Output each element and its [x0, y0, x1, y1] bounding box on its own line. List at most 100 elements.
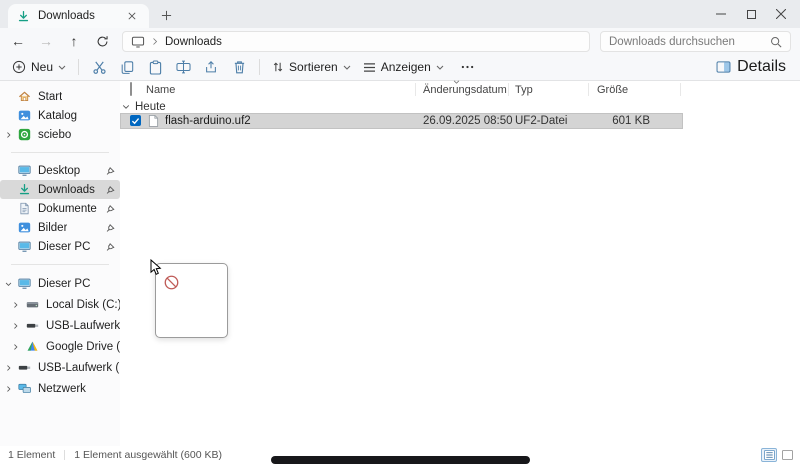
minimize-button[interactable]: [706, 0, 736, 28]
toolbar-divider: [259, 59, 260, 75]
file-row-selected[interactable]: flash-arduino.uf2 26.09.2025 08:50 UF2-D…: [120, 113, 683, 129]
search-icon[interactable]: [770, 36, 782, 48]
computer-icon: [18, 240, 31, 253]
pin-icon: [106, 166, 115, 175]
sidebar-item-usb-d-tree[interactable]: USB-Laufwerk (D:): [0, 315, 120, 336]
sidebar-item-google-drive[interactable]: Google Drive (G:): [0, 336, 120, 357]
home-icon: [18, 90, 31, 103]
sidebar-item-label: Google Drive (G:): [46, 341, 120, 353]
file-name[interactable]: flash-arduino.uf2: [165, 115, 251, 127]
tab-close-icon[interactable]: [124, 8, 140, 24]
column-header-type[interactable]: Typ: [515, 84, 533, 96]
chevron-down-icon: [58, 65, 66, 70]
address-bar[interactable]: Downloads: [122, 31, 590, 52]
sidebar-item-dokumente[interactable]: Dokumente: [0, 199, 120, 218]
view-button-label: Anzeigen: [381, 60, 431, 74]
sidebar-separator: [11, 152, 109, 153]
sidebar-item-katalog[interactable]: Katalog: [0, 106, 120, 125]
sidebar-item-label: Start: [38, 91, 62, 103]
column-divider[interactable]: [508, 83, 509, 96]
chevron-right-icon[interactable]: [5, 385, 12, 392]
sidebar-item-usb-d[interactable]: USB-Laufwerk (D:): [0, 357, 120, 378]
chevron-right-icon: [152, 37, 158, 46]
cut-icon: [92, 60, 107, 75]
sidebar-item-label: sciebo: [38, 129, 71, 141]
sidebar-item-label: USB-Laufwerk (D:): [38, 362, 120, 374]
new-button[interactable]: Neu: [6, 56, 72, 78]
view-lines-icon: [363, 62, 376, 73]
selection-summary: 1 Element ausgewählt (600 KB): [74, 449, 222, 461]
rename-button[interactable]: [169, 56, 197, 78]
sort-button-label: Sortieren: [289, 60, 338, 74]
chevron-right-icon[interactable]: [5, 364, 12, 371]
sidebar-item-dieser-pc-pinned[interactable]: Dieser PC: [0, 237, 120, 256]
more-button[interactable]: [454, 56, 482, 78]
column-header-size[interactable]: Größe: [597, 84, 628, 96]
sidebar-separator: [11, 264, 109, 265]
chevron-right-icon[interactable]: [12, 343, 19, 350]
close-button[interactable]: [766, 0, 796, 28]
sidebar-item-label: Dieser PC: [38, 278, 90, 290]
maximize-button[interactable]: [736, 0, 766, 28]
copy-icon: [120, 60, 134, 75]
sidebar-item-label: Dieser PC: [38, 241, 90, 253]
delete-button[interactable]: [225, 56, 253, 78]
google-drive-icon: [26, 340, 39, 353]
column-header-row: Name Änderungsdatum Typ Größe: [120, 81, 800, 98]
sidebar-tree-dieser-pc[interactable]: Dieser PC: [0, 273, 120, 294]
refresh-icon[interactable]: [88, 29, 116, 53]
sidebar-item-downloads[interactable]: Downloads: [0, 180, 120, 199]
sidebar-item-start[interactable]: Start: [0, 87, 120, 106]
column-divider[interactable]: [588, 83, 589, 96]
back-icon[interactable]: ←: [4, 29, 32, 53]
row-checkbox[interactable]: [130, 115, 141, 126]
column-divider[interactable]: [415, 83, 416, 96]
breadcrumb[interactable]: Downloads: [165, 36, 222, 48]
trash-icon: [233, 60, 246, 74]
sidebar-item-label: USB-Laufwerk (D:): [46, 320, 120, 332]
tab-bar: Downloads: [0, 0, 800, 28]
paste-icon: [149, 60, 162, 75]
sort-button[interactable]: Sortieren: [266, 56, 357, 78]
chevron-down-icon[interactable]: [122, 104, 130, 110]
cut-button[interactable]: [85, 56, 113, 78]
tab-downloads[interactable]: Downloads: [8, 4, 149, 28]
usb-drive-icon: [18, 361, 31, 374]
paste-button[interactable]: [141, 56, 169, 78]
rename-icon: [176, 60, 191, 74]
search-input[interactable]: [609, 36, 770, 48]
file-date: 26.09.2025 08:50: [423, 115, 513, 127]
chevron-down-icon[interactable]: [5, 280, 12, 287]
window-controls: [706, 0, 796, 28]
pin-icon: [106, 223, 115, 232]
pin-icon: [106, 185, 115, 194]
column-divider[interactable]: [680, 83, 681, 96]
sidebar-item-local-disk-c[interactable]: Local Disk (C:): [0, 294, 120, 315]
share-button[interactable]: [197, 56, 225, 78]
icons-view-button[interactable]: [779, 448, 795, 462]
command-bar: Neu Sortiere: [0, 54, 800, 81]
new-tab-button[interactable]: [156, 6, 176, 24]
sidebar-item-desktop[interactable]: Desktop: [0, 161, 120, 180]
group-header-heute[interactable]: Heute: [120, 100, 800, 113]
sidebar-item-sciebo[interactable]: sciebo: [0, 125, 120, 144]
sidebar-item-bilder[interactable]: Bilder: [0, 218, 120, 237]
chevron-down-icon: [436, 65, 444, 70]
view-button[interactable]: Anzeigen: [357, 56, 450, 78]
chevron-right-icon[interactable]: [12, 322, 19, 329]
file-icon: [148, 114, 159, 127]
hard-drive-icon: [26, 298, 39, 311]
search-box[interactable]: [600, 31, 791, 52]
document-icon: [18, 202, 31, 215]
chevron-right-icon[interactable]: [5, 131, 12, 138]
up-icon[interactable]: ↑: [60, 29, 88, 53]
column-header-name[interactable]: Name: [146, 84, 175, 96]
copy-button[interactable]: [113, 56, 141, 78]
column-header-date[interactable]: Änderungsdatum: [423, 84, 507, 96]
details-button[interactable]: Details: [710, 56, 792, 78]
chevron-right-icon[interactable]: [12, 301, 19, 308]
details-view-button[interactable]: [761, 448, 777, 462]
select-all-checkbox[interactable]: [130, 83, 132, 95]
network-icon: [18, 382, 31, 395]
sidebar-item-netzwerk[interactable]: Netzwerk: [0, 378, 120, 399]
